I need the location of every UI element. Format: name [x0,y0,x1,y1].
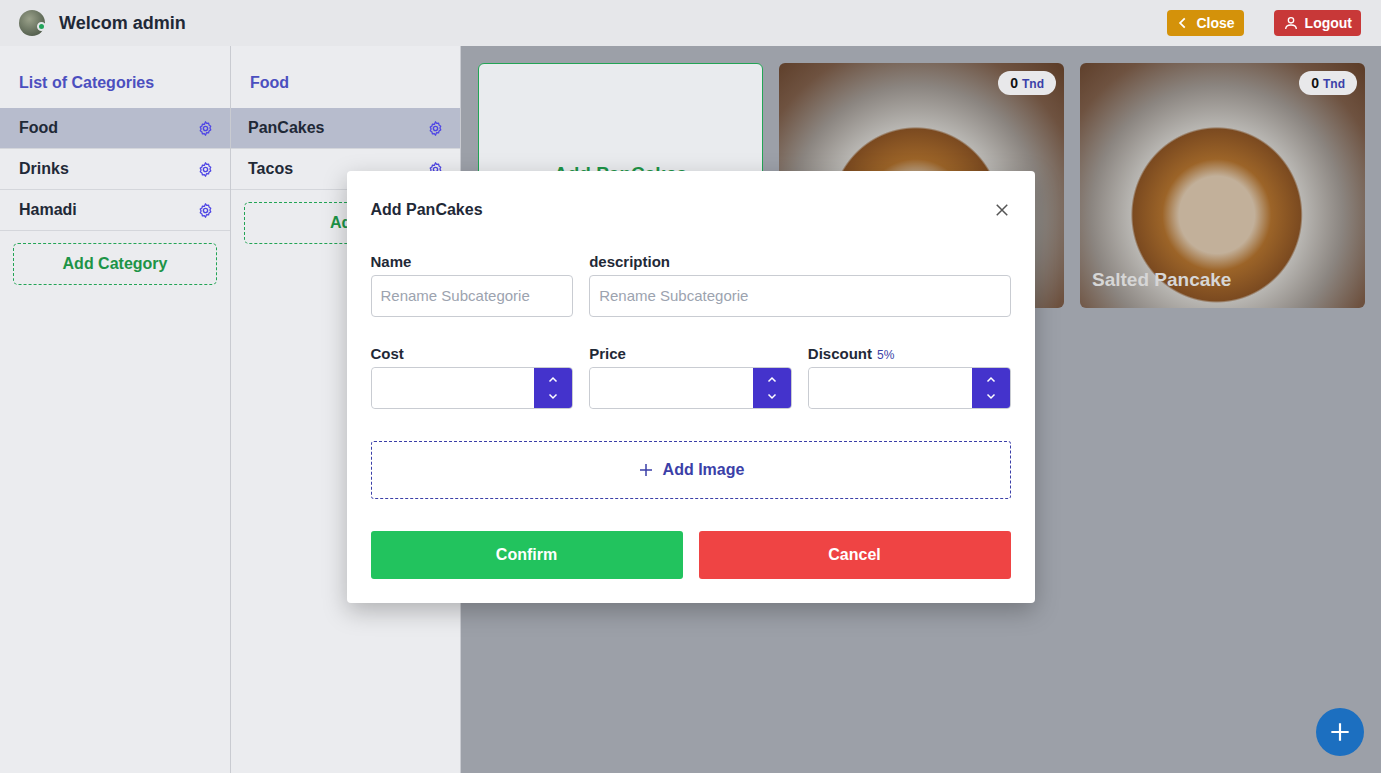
spinner[interactable] [972,368,1010,408]
chevron-up-icon [985,374,997,386]
currency: Tnd [1323,77,1345,91]
product-name: Salted Pancake [1092,269,1231,291]
chevron-down-icon [766,390,778,402]
list-item[interactable]: PanCakes [231,108,460,149]
name-field: Name [371,253,574,317]
label-text: Cost [371,345,404,362]
chevron-left-icon [1176,16,1190,30]
item-label: Tacos [248,160,293,178]
price-number [589,367,792,409]
label-text: Discount [808,345,872,362]
chevron-down-icon [547,390,559,402]
dialog-buttons: Confirm Cancel [371,531,1011,579]
product-card[interactable]: 0 Tnd Salted Pancake [1080,63,1365,308]
logout-button[interactable]: Logout [1274,10,1361,36]
list-item[interactable]: Hamadi [0,190,230,231]
online-dot [37,22,46,31]
price: 0 [1010,75,1018,91]
confirm-button[interactable]: Confirm [371,531,683,579]
item-label: PanCakes [248,119,325,137]
dialog-header: Add PanCakes [371,201,1011,219]
dialog-title: Add PanCakes [371,201,483,219]
column-title: List of Categories [0,46,230,108]
gear-icon [197,120,214,137]
price-field: Price [589,345,792,409]
currency: Tnd [1022,77,1044,91]
discount-input[interactable] [809,368,972,408]
field-label: Price [589,345,792,362]
close-label: Close [1196,15,1234,31]
plus-icon [1327,719,1353,745]
field-label: description [589,253,1010,270]
cost-field: Cost [371,345,574,409]
logout-label: Logout [1305,15,1352,31]
category-column: List of Categories Food Drinks Hamadi Add Ca… [0,46,231,773]
discount-hint: 5% [877,348,894,362]
user-icon [1283,15,1299,31]
gear-icon [197,161,214,178]
field-label: Discount 5% [808,345,1011,362]
add-image-label: Add Image [663,461,745,479]
cost-number [371,367,574,409]
add-image-button[interactable]: Add Image [371,441,1011,499]
field-label: Name [371,253,574,270]
list-item[interactable]: Food [0,108,230,149]
top-bar: Welcom admin Close Logout [0,0,1381,46]
plus-icon [637,461,655,479]
description-input[interactable] [589,275,1010,317]
price: 0 [1311,75,1319,91]
price-input[interactable] [590,368,753,408]
add-product-dialog: Add PanCakes Name description Cost Price Disc… [347,171,1035,603]
gear-icon [427,120,444,137]
chevron-down-icon [985,390,997,402]
label-text: Price [589,345,626,362]
field-label: Cost [371,345,574,362]
spinner[interactable] [753,368,791,408]
cost-input[interactable] [372,368,535,408]
spinner[interactable] [534,368,572,408]
price-badge: 0 Tnd [998,71,1056,95]
list-item[interactable]: Drinks [0,149,230,190]
item-label: Drinks [19,160,69,178]
close-button[interactable]: Close [1167,10,1243,36]
modal-overlay: Add PanCakes Name description Cost Price Disc… [0,0,1381,773]
discount-field: Discount 5% [808,345,1011,409]
price-badge: 0 Tnd [1299,71,1357,95]
chevron-up-icon [547,374,559,386]
discount-number [808,367,1011,409]
gear-icon [197,202,214,219]
item-label: Hamadi [19,201,77,219]
welcome-title: Welcom admin [59,13,1153,34]
item-label: Food [19,119,58,137]
add-fab[interactable] [1316,708,1364,756]
add-button[interactable]: Add Category [13,243,217,285]
description-field: description [589,253,1010,317]
form-grid: Name description Cost Price Discount 5% [371,253,1011,409]
column-title: Food [231,46,460,108]
close-icon[interactable] [993,201,1011,219]
name-input[interactable] [371,275,574,317]
avatar [19,10,45,36]
cancel-button[interactable]: Cancel [699,531,1011,579]
chevron-up-icon [766,374,778,386]
